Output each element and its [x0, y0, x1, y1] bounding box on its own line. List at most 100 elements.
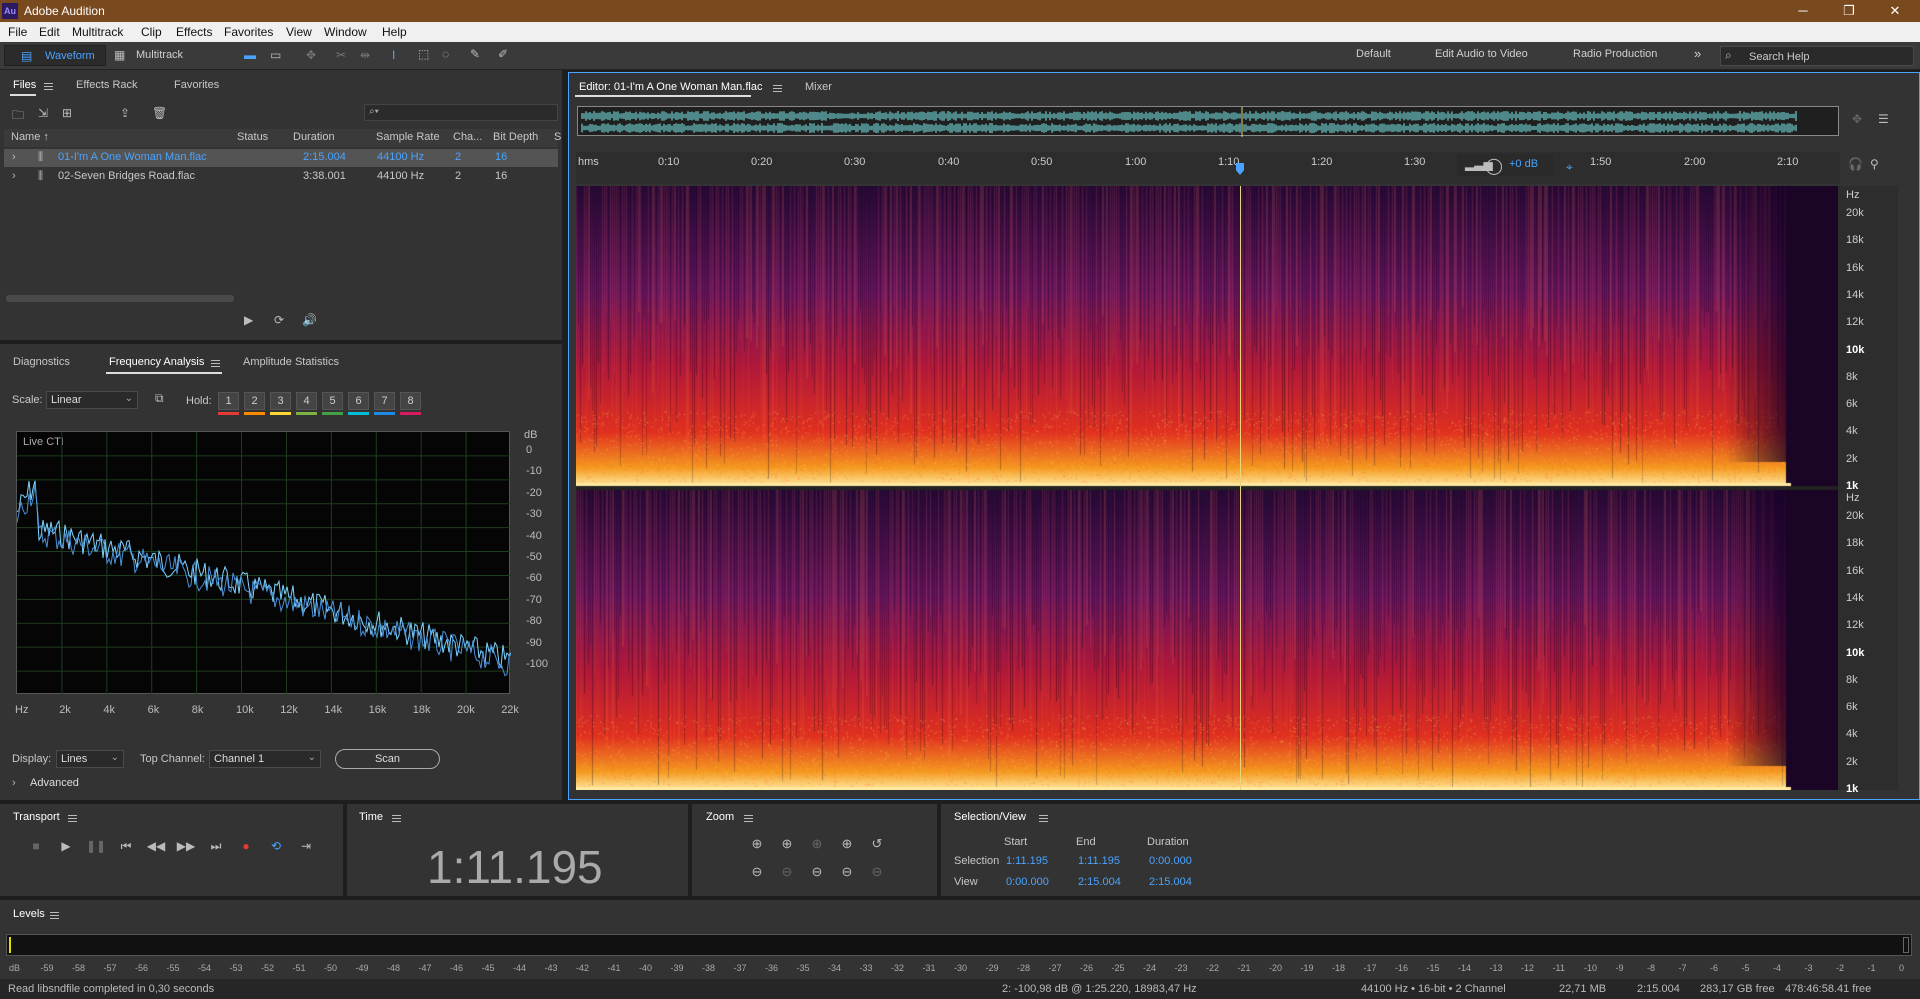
- play-button[interactable]: ▶: [56, 836, 76, 856]
- skip-button[interactable]: ⇥: [296, 836, 316, 856]
- loop-button[interactable]: ⟲: [266, 836, 286, 856]
- zoom-in-amplitude-icon[interactable]: ⊕: [746, 836, 768, 856]
- open-folder-icon[interactable]: 🗀: [12, 106, 24, 127]
- more-workspaces-button[interactable]: »: [1694, 46, 1701, 61]
- time-display[interactable]: 1:11.195: [427, 840, 603, 894]
- minimize-button[interactable]: ─: [1780, 0, 1826, 22]
- volume-knob-icon[interactable]: ◯: [1485, 156, 1503, 176]
- tab-editor[interactable]: Editor: 01-I'm A One Woman Man.flac: [579, 81, 762, 93]
- selection-end[interactable]: 1:11.195: [1078, 855, 1120, 867]
- view-duration[interactable]: 2:15.004: [1149, 876, 1192, 888]
- zoom-out-icon[interactable]: ⊖: [806, 864, 828, 884]
- hold-button-6[interactable]: 6: [348, 392, 369, 410]
- zoom-in-time-icon[interactable]: ⊕: [776, 836, 798, 856]
- time-menu-icon[interactable]: [392, 815, 401, 822]
- col-sample-rate[interactable]: Sample Rate: [376, 131, 440, 143]
- brush-tool-icon[interactable]: ✎: [470, 47, 480, 61]
- zoom-in-left-icon[interactable]: ⊕: [836, 836, 858, 856]
- advanced-chevron-icon[interactable]: ›: [12, 777, 16, 789]
- close-button[interactable]: ✕: [1872, 0, 1918, 22]
- zoom-out-amplitude-icon[interactable]: ⊖: [746, 864, 768, 884]
- overview-strip[interactable]: [577, 106, 1839, 137]
- view-end[interactable]: 2:15.004: [1078, 876, 1121, 888]
- advanced-toggle[interactable]: Advanced: [30, 777, 79, 789]
- levels-menu-icon[interactable]: [50, 912, 59, 919]
- hold-button-3[interactable]: 3: [270, 392, 291, 410]
- display-select[interactable]: Lines ⌄: [56, 750, 124, 768]
- scale-select[interactable]: Linear ⌄: [46, 391, 138, 409]
- trash-icon[interactable]: 🗑: [152, 106, 167, 120]
- hold-button-4[interactable]: 4: [296, 392, 317, 410]
- headphones-icon[interactable]: 🎧: [1848, 157, 1863, 171]
- expand-chevron-icon[interactable]: ›: [12, 170, 16, 182]
- tab-effects-rack[interactable]: Effects Rack: [76, 79, 138, 91]
- spot-healing-icon[interactable]: ✐: [498, 47, 508, 61]
- menu-file[interactable]: File: [8, 25, 27, 39]
- menu-multitrack[interactable]: Multitrack: [72, 25, 123, 39]
- col-status[interactable]: Status: [237, 131, 268, 143]
- menu-help[interactable]: Help: [382, 25, 407, 39]
- clip-indicator[interactable]: [1903, 937, 1909, 953]
- menu-edit[interactable]: Edit: [39, 25, 60, 39]
- new-file-icon[interactable]: ⊞: [62, 106, 72, 120]
- hold-button-8[interactable]: 8: [400, 392, 421, 410]
- workspace-default[interactable]: Default: [1356, 48, 1391, 60]
- zoom-out-time-icon[interactable]: ⊖: [776, 864, 798, 884]
- tab-frequency-analysis[interactable]: Frequency Analysis: [109, 356, 204, 368]
- workspace-radio-production[interactable]: Radio Production: [1573, 48, 1657, 60]
- files-menu-icon[interactable]: [44, 83, 53, 90]
- menu-window[interactable]: Window: [324, 25, 367, 39]
- search-help-input[interactable]: ⌕ Search Help: [1720, 46, 1914, 66]
- tab-mixer[interactable]: Mixer: [805, 81, 832, 93]
- view-start[interactable]: 0:00.000: [1006, 876, 1049, 888]
- marker-pin-icon[interactable]: ⚲: [1870, 157, 1879, 171]
- copy-icon[interactable]: ⧉: [155, 391, 164, 406]
- rewind-button[interactable]: ◀◀: [146, 836, 166, 856]
- pin-icon[interactable]: ⌖: [1566, 160, 1573, 175]
- play-preview-icon[interactable]: ▶: [244, 313, 253, 327]
- pause-button[interactable]: ❚❚: [86, 836, 106, 856]
- zoom-in-selection-icon[interactable]: ⊕: [806, 836, 828, 856]
- selection-view-menu-icon[interactable]: [1039, 815, 1048, 822]
- table-row[interactable]: › ⫼ 02-Seven Bridges Road.flac 3:38.001 …: [4, 168, 558, 186]
- menu-view[interactable]: View: [286, 25, 312, 39]
- scan-button[interactable]: Scan: [335, 749, 440, 769]
- zoom-reset-icon[interactable]: ↺: [866, 836, 888, 856]
- menu-effects[interactable]: Effects: [176, 25, 212, 39]
- record-button[interactable]: ●: [236, 836, 256, 856]
- col-source[interactable]: S: [554, 131, 561, 143]
- hold-button-7[interactable]: 7: [374, 392, 395, 410]
- multitrack-view-button[interactable]: ▦ Multitrack: [108, 45, 196, 66]
- workspace-edit-audio-to-video[interactable]: Edit Audio to Video: [1435, 48, 1528, 60]
- hold-button-1[interactable]: 1: [218, 392, 239, 410]
- table-row[interactable]: › ⫼ 01-I'm A One Woman Man.flac 2:15.004…: [4, 149, 558, 167]
- move-to-start-button[interactable]: ⏮: [116, 836, 136, 856]
- selection-duration[interactable]: 0:00.000: [1149, 855, 1192, 867]
- col-duration[interactable]: Duration: [293, 131, 335, 143]
- waveform-display-icon[interactable]: ▬: [244, 48, 256, 62]
- tab-files[interactable]: Files: [13, 79, 36, 91]
- menu-favorites[interactable]: Favorites: [224, 25, 273, 39]
- fast-forward-button[interactable]: ▶▶: [176, 836, 196, 856]
- selection-start[interactable]: 1:11.195: [1006, 855, 1048, 867]
- maximize-button[interactable]: ❐: [1826, 0, 1872, 22]
- expand-chevron-icon[interactable]: ›: [12, 151, 16, 163]
- files-scrollbar[interactable]: [6, 295, 234, 302]
- waveform-view-button[interactable]: ▤ Waveform: [4, 45, 106, 66]
- hold-button-5[interactable]: 5: [322, 392, 343, 410]
- col-channels[interactable]: Cha...: [453, 131, 482, 143]
- razor-tool-icon[interactable]: ✂: [336, 48, 346, 62]
- loop-preview-icon[interactable]: ⟳: [274, 313, 284, 327]
- marquee-tool-icon[interactable]: ⬚: [418, 47, 429, 61]
- move-to-end-button[interactable]: ⏭: [206, 836, 226, 856]
- import-icon[interactable]: ⇲: [38, 106, 48, 120]
- tab-amplitude-statistics[interactable]: Amplitude Statistics: [243, 356, 339, 368]
- tab-diagnostics[interactable]: Diagnostics: [13, 356, 70, 368]
- col-bit-depth[interactable]: Bit Depth: [493, 131, 538, 143]
- slip-tool-icon[interactable]: ⇹: [360, 48, 370, 62]
- autoplay-icon[interactable]: 🔊: [302, 313, 317, 327]
- insert-icon[interactable]: ⇪: [120, 106, 130, 120]
- files-search-input[interactable]: ⌕▾: [364, 104, 558, 121]
- top-channel-select[interactable]: Channel 1 ⌄: [209, 750, 321, 768]
- col-name[interactable]: Name ↑: [11, 131, 49, 143]
